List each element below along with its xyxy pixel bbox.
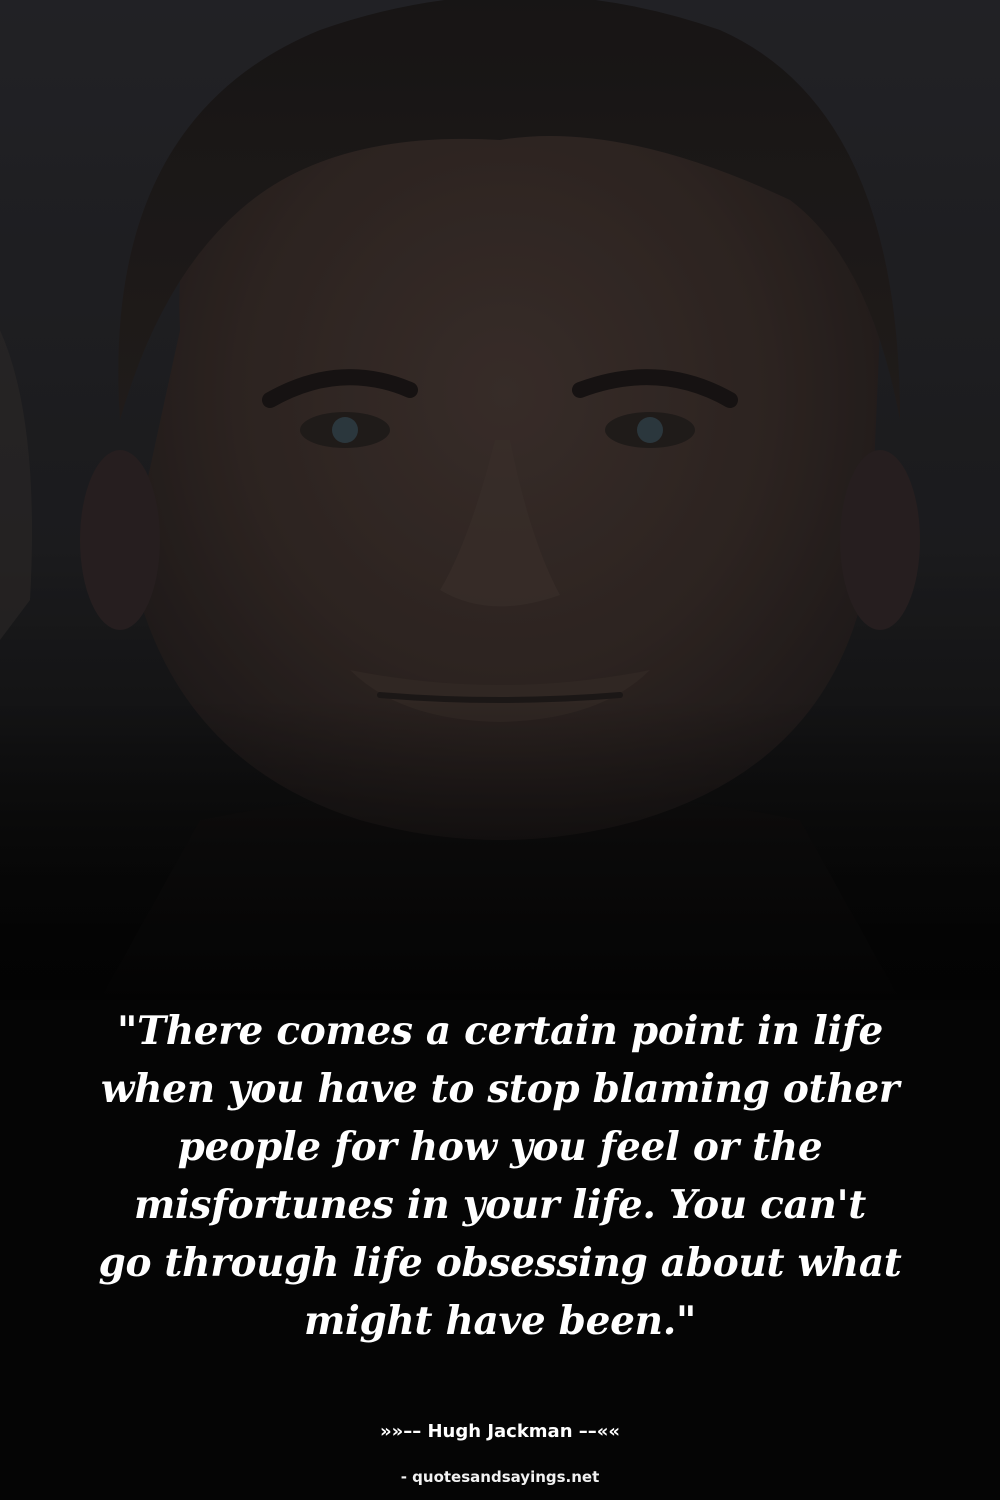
quote-card: "There comes a certain point in life whe… <box>0 0 1000 1500</box>
portrait-illustration <box>0 0 1000 1000</box>
quote-line: "There comes a certain point in life <box>116 1008 884 1054</box>
quote-line: people for how you feel or the <box>177 1124 823 1170</box>
quote-author: »»–– Hugh Jackman ––«« <box>379 1421 621 1442</box>
quote-line: go through life obsessing about what <box>98 1240 902 1286</box>
quote-line: when you have to stop blaming other <box>100 1066 900 1112</box>
quote-line: misfortunes in your life. You can't <box>134 1182 866 1228</box>
quote-text: "There comes a certain point in life whe… <box>90 1002 910 1350</box>
portrait-photo <box>0 0 1000 1000</box>
source-credit: - quotesandsayings.net <box>400 1468 600 1486</box>
quote-line: might have been." <box>303 1298 697 1344</box>
